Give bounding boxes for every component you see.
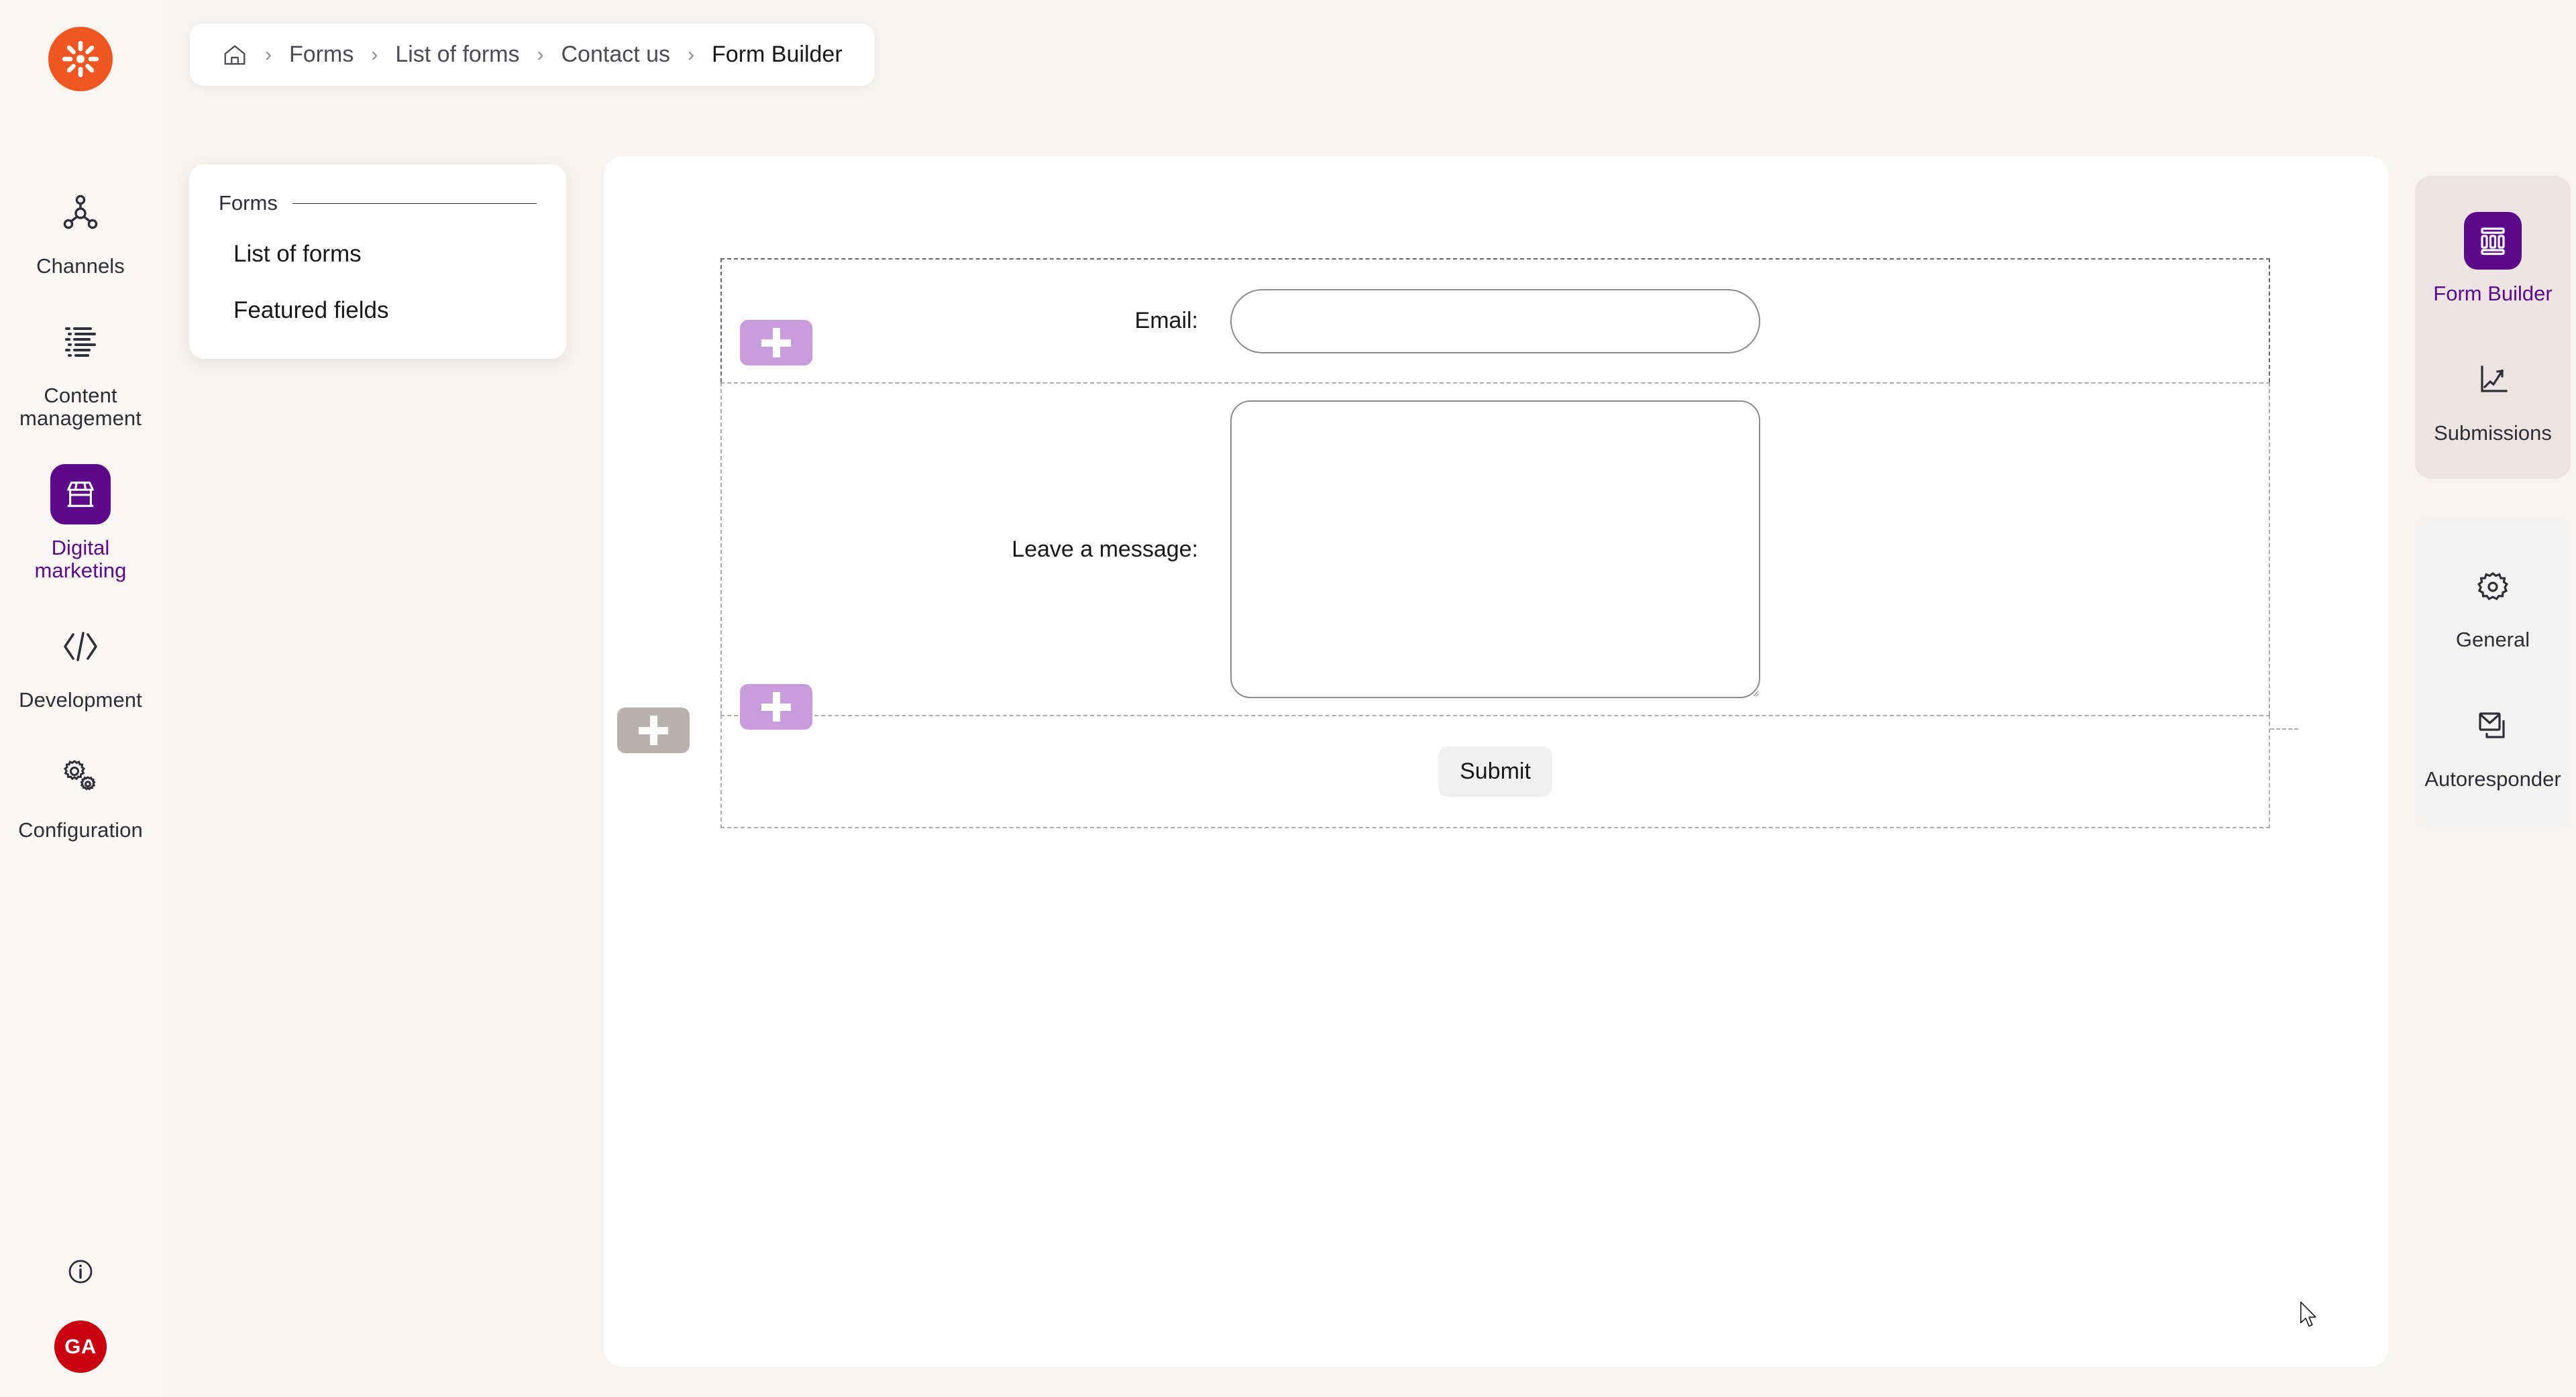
gear-icon — [2464, 558, 2522, 616]
sidebar-nav: Channels Content management Digital mark… — [0, 165, 161, 858]
form-row-message[interactable]: Leave a message: — [720, 382, 2270, 715]
right-panel-item-label: General — [2455, 628, 2530, 651]
info-circle-icon[interactable] — [64, 1255, 97, 1291]
sidebar-item-label: Development — [19, 688, 142, 712]
avatar-initials: GA — [64, 1335, 97, 1358]
form-row-submit[interactable]: Submit — [720, 715, 2270, 828]
add-field-after-email-button[interactable] — [740, 320, 812, 366]
sidebar-item-development[interactable]: Development — [0, 599, 161, 728]
sidebar-item-channels[interactable]: Channels — [0, 165, 161, 294]
right-panel-item-general[interactable]: General — [2415, 545, 2571, 665]
right-panel-item-label: Autoresponder — [2424, 767, 2561, 791]
app-root: Channels Content management Digital mark… — [0, 0, 2576, 1397]
form-row-email[interactable]: Email: — [720, 258, 2270, 382]
sidebar-item-label: Content management — [19, 384, 142, 429]
breadcrumb-separator: › — [688, 43, 695, 66]
avatar[interactable]: GA — [54, 1321, 107, 1373]
mail-copy-icon — [2464, 697, 2522, 755]
content-lines-icon — [50, 312, 111, 372]
right-panel-views: Form Builder Submissions — [2415, 176, 2571, 479]
row-divider-extension — [2270, 728, 2298, 730]
breadcrumb-separator: › — [371, 43, 378, 66]
chart-line-icon — [2464, 351, 2522, 409]
forms-menu-links: List of forms Featured fields — [219, 241, 537, 324]
field-label-email: Email: — [1134, 308, 1198, 333]
divider — [292, 203, 537, 204]
form-layout-icon — [2464, 212, 2522, 270]
breadcrumb-item-contact-us[interactable]: Contact us — [561, 42, 671, 68]
sidebar-item-label: Channels — [36, 254, 125, 278]
breadcrumb-item-list-of-forms[interactable]: List of forms — [395, 42, 519, 68]
breadcrumb-item-forms[interactable]: Forms — [289, 42, 354, 68]
sidebar-label-line1: Digital — [51, 536, 110, 560]
right-panel-item-form-builder[interactable]: Form Builder — [2415, 199, 2571, 319]
plus-icon — [761, 328, 791, 357]
email-input[interactable] — [1230, 288, 1760, 353]
arrow-pointer-icon — [2300, 1301, 2316, 1327]
right-panel-item-submissions[interactable]: Submissions — [2415, 338, 2571, 459]
forms-menu-header: Forms — [219, 191, 537, 215]
right-panel-item-label: Form Builder — [2433, 282, 2553, 305]
message-textarea[interactable] — [1230, 400, 1760, 698]
forms-link-list-of-forms[interactable]: List of forms — [233, 241, 537, 268]
channels-network-icon — [50, 182, 111, 243]
forms-menu-title: Forms — [219, 191, 278, 215]
submit-button[interactable]: Submit — [1438, 746, 1552, 797]
sidebar-item-content-management[interactable]: Content management — [0, 294, 161, 447]
breadcrumb: › Forms › List of forms › Contact us › F… — [190, 23, 875, 86]
left-sidebar: Channels Content management Digital mark… — [0, 0, 161, 1397]
sidebar-item-label: Configuration — [18, 818, 143, 842]
plus-icon — [761, 692, 791, 722]
right-panel-item-autoresponder[interactable]: Autoresponder — [2415, 684, 2571, 805]
forms-menu-card: Forms List of forms Featured fields — [189, 164, 566, 359]
plus-icon — [639, 716, 668, 745]
breadcrumb-item-form-builder[interactable]: Form Builder — [712, 42, 843, 68]
gears-icon — [50, 746, 111, 807]
storefront-icon — [50, 464, 111, 525]
sidebar-item-digital-marketing[interactable]: Digital marketing — [0, 447, 161, 599]
add-field-after-message-button[interactable] — [740, 684, 812, 730]
mouse-cursor — [2300, 1301, 2320, 1334]
sidebar-label-line1: Content — [44, 384, 117, 408]
breadcrumb-separator: › — [537, 43, 544, 66]
sidebar-label-line2: management — [19, 406, 142, 430]
code-brackets-icon — [50, 616, 111, 677]
right-panel-settings: General Autoresponder — [2415, 518, 2571, 828]
breadcrumb-separator: › — [265, 43, 272, 66]
field-label-message: Leave a message: — [1012, 536, 1198, 562]
sidebar-item-label: Digital marketing — [34, 537, 126, 581]
forms-link-featured-fields[interactable]: Featured fields — [233, 297, 537, 324]
right-panel-item-label: Submissions — [2434, 421, 2552, 445]
sidebar-item-configuration[interactable]: Configuration — [0, 729, 161, 858]
form-builder-block: Email: Leave a message: Submit — [720, 258, 2270, 828]
asterisk-logo-icon — [62, 40, 99, 78]
add-row-button[interactable] — [617, 708, 690, 753]
sidebar-label-line2: marketing — [34, 558, 127, 582]
home-icon[interactable] — [222, 42, 248, 68]
app-logo[interactable] — [48, 27, 113, 91]
sidebar-footer: GA — [0, 1255, 161, 1373]
